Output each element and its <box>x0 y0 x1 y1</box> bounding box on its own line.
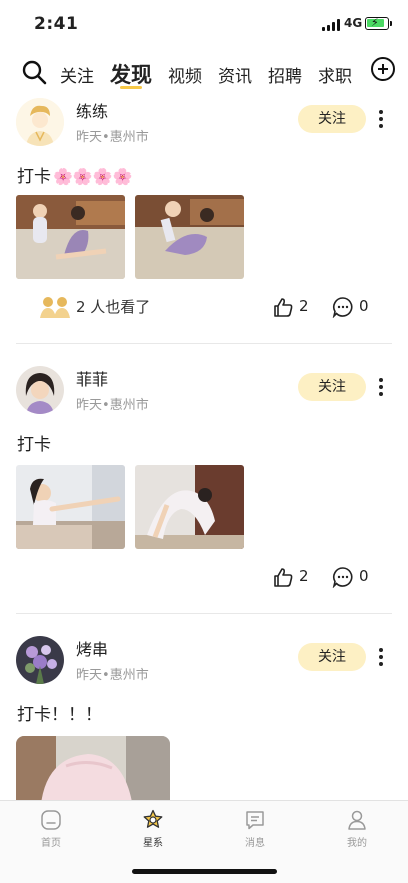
post-actions: 2 0 <box>0 564 408 592</box>
comment-icon[interactable] <box>332 296 354 318</box>
status-time: 2:41 <box>34 14 79 34</box>
username[interactable]: 菲菲 <box>76 366 108 390</box>
home-indicator <box>132 869 277 874</box>
comment-icon[interactable] <box>332 566 354 588</box>
more-options-icon[interactable] <box>374 376 388 398</box>
like-count: 2 <box>299 567 309 585</box>
message-icon <box>246 811 264 830</box>
post-image[interactable] <box>135 465 244 549</box>
post-image[interactable] <box>16 465 125 549</box>
home-icon <box>41 810 61 830</box>
post-text: 打卡 🌸🌸🌸🌸 <box>17 167 133 187</box>
post-card: 烤串 昨天•惠州市 关注 打卡！！！ <box>0 634 408 800</box>
post-meta: 昨天•惠州市 <box>76 398 149 413</box>
feed-list[interactable]: 练练 昨天•惠州市 关注 打卡 🌸🌸🌸🌸 2 人也看了 2 0 菲菲 昨天•惠州… <box>0 96 408 800</box>
post-text: 打卡！！！ <box>17 705 102 725</box>
post-meta: 昨天•惠州市 <box>76 130 149 145</box>
divider <box>16 343 392 344</box>
more-options-icon[interactable] <box>374 646 388 668</box>
follow-button[interactable]: 关注 <box>298 643 366 671</box>
post-card: 菲菲 昨天•惠州市 关注 打卡 2 0 <box>0 364 408 614</box>
username[interactable]: 烤串 <box>76 636 108 660</box>
divider <box>16 613 392 614</box>
post-image[interactable] <box>16 736 170 800</box>
viewer-avatars-icon <box>40 297 70 318</box>
avatar[interactable] <box>16 366 64 414</box>
avatar[interactable] <box>16 636 64 684</box>
avatar[interactable] <box>16 98 64 146</box>
tab-follow[interactable]: 关注 <box>60 58 94 90</box>
tab-discover[interactable]: 发现 <box>110 55 152 89</box>
tabbar-item-profile[interactable]: 我的 <box>327 809 387 849</box>
search-icon[interactable] <box>20 58 48 86</box>
post-image[interactable] <box>16 195 125 279</box>
post-actions: 2 人也看了 2 0 <box>0 294 408 322</box>
top-nav: 关注 发现 视频 资讯 招聘 求职 <box>0 52 408 96</box>
post-card: 练练 昨天•惠州市 关注 打卡 🌸🌸🌸🌸 2 人也看了 2 0 <box>0 96 408 344</box>
tabbar-item-home[interactable]: 首页 <box>21 809 81 849</box>
status-bar: 2:41 4G ⚡ <box>0 0 408 48</box>
post-meta: 昨天•惠州市 <box>76 668 149 683</box>
profile-icon <box>348 810 366 830</box>
tab-recruit[interactable]: 招聘 <box>268 58 302 90</box>
username[interactable]: 练练 <box>76 98 108 122</box>
tab-news[interactable]: 资讯 <box>218 58 252 90</box>
follow-button[interactable]: 关注 <box>298 373 366 401</box>
tab-video[interactable]: 视频 <box>168 58 202 90</box>
follow-button[interactable]: 关注 <box>298 105 366 133</box>
comment-count: 0 <box>359 297 369 315</box>
battery-icon: ⚡ <box>365 16 392 30</box>
more-options-icon[interactable] <box>374 108 388 130</box>
add-post-icon[interactable] <box>371 57 395 81</box>
like-icon[interactable] <box>272 566 294 588</box>
galaxy-icon <box>143 809 163 828</box>
post-image[interactable] <box>135 195 244 279</box>
viewers-count-text: 2 人也看了 <box>76 298 151 316</box>
tabbar-item-galaxy[interactable]: 星系 <box>123 809 183 849</box>
like-icon[interactable] <box>272 296 294 318</box>
comment-count: 0 <box>359 567 369 585</box>
like-count: 2 <box>299 297 309 315</box>
category-tabs: 关注 发现 视频 资讯 招聘 求职 <box>60 58 368 90</box>
signal-icon <box>322 19 340 31</box>
post-text: 打卡 <box>17 435 51 455</box>
network-type: 4G <box>344 16 363 30</box>
tabbar-item-messages[interactable]: 消息 <box>225 809 285 849</box>
tab-jobseek[interactable]: 求职 <box>318 58 352 90</box>
